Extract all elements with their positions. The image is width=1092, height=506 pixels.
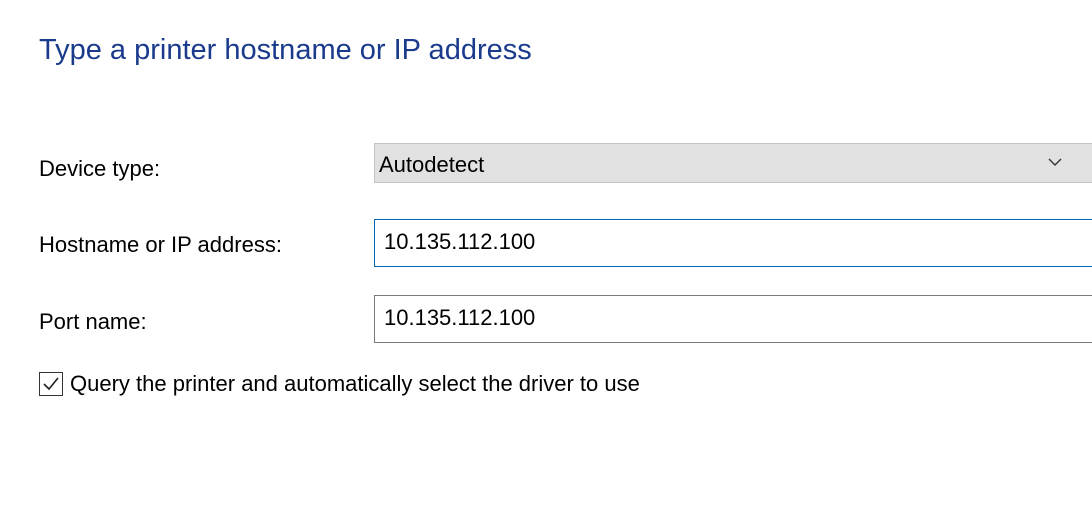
device-type-selected-value: Autodetect <box>379 152 485 177</box>
query-printer-label: Query the printer and automatically sele… <box>70 371 640 396</box>
query-printer-checkbox[interactable] <box>39 372 63 396</box>
port-name-input-value: 10.135.112.100 <box>384 305 536 330</box>
device-type-select[interactable]: Autodetect <box>374 143 1092 183</box>
chevron-down-icon[interactable] <box>1047 154 1063 170</box>
query-printer-option[interactable]: Query the printer and automatically sele… <box>39 370 640 398</box>
hostname-input[interactable]: 10.135.112.100 <box>374 219 1092 267</box>
port-name-input[interactable]: 10.135.112.100 <box>374 295 1092 343</box>
hostname-input-value: 10.135.112.100 <box>384 229 536 254</box>
page-title: Type a printer hostname or IP address <box>39 34 532 66</box>
port-name-label: Port name: <box>39 309 147 334</box>
device-type-label: Device type: <box>39 156 161 181</box>
hostname-label: Hostname or IP address: <box>39 232 282 257</box>
checkmark-icon <box>43 377 59 391</box>
